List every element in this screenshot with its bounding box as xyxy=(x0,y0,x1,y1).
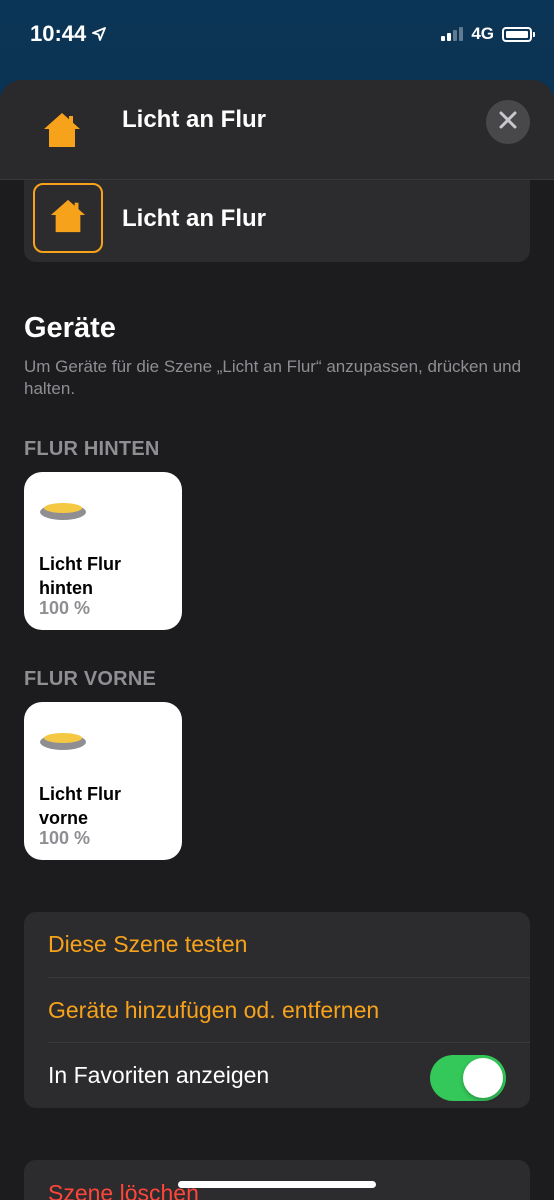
scene-name-field[interactable]: Licht an Flur xyxy=(122,205,266,233)
group-label-flur-vorne: FLUR VORNE xyxy=(24,668,156,690)
sheet-header: Licht an Flur xyxy=(0,80,554,180)
toggle-knob xyxy=(463,1058,503,1098)
show-in-favorites-row: In Favoriten anzeigen xyxy=(24,1043,530,1108)
close-button[interactable] xyxy=(486,100,530,144)
signal-strength-icon xyxy=(441,27,464,41)
scene-name-card[interactable]: Licht an Flur xyxy=(24,180,530,262)
sheet-title: Licht an Flur xyxy=(122,106,266,133)
ceiling-light-icon xyxy=(38,728,88,763)
status-bar: 10:44 4G xyxy=(0,0,554,70)
test-scene-button[interactable]: Diese Szene testen xyxy=(24,912,530,977)
scene-icon-button[interactable] xyxy=(33,183,103,253)
close-icon xyxy=(499,111,517,134)
status-indicators: 4G xyxy=(441,24,535,44)
house-icon xyxy=(49,197,87,240)
show-in-favorites-label: In Favoriten anzeigen xyxy=(48,1062,270,1088)
devices-section-title: Geräte xyxy=(24,312,116,344)
house-icon xyxy=(42,110,82,155)
device-status: 100 % xyxy=(39,828,91,848)
home-indicator[interactable] xyxy=(178,1181,376,1188)
device-name: Licht Flur vorne xyxy=(39,784,121,828)
status-time-text: 10:44 xyxy=(30,21,87,46)
scene-sheet: Licht an Flur Licht an Flur Geräte Um Ge… xyxy=(0,80,554,1200)
device-name: Licht Flur hinten xyxy=(39,554,121,598)
device-tile-licht-flur-hinten[interactable]: Licht Flur hinten 100 % xyxy=(24,472,182,630)
device-status: 100 % xyxy=(39,598,91,618)
add-remove-devices-button[interactable]: Geräte hinzufügen od. entfernen xyxy=(24,978,530,1043)
delete-scene-button[interactable]: Szene löschen xyxy=(48,1180,199,1200)
status-time: 10:44 xyxy=(30,21,107,47)
battery-icon xyxy=(502,26,535,42)
devices-section-description: Um Geräte für die Szene „Licht an Flur“ … xyxy=(24,357,522,398)
scene-options-list: Diese Szene testen Geräte hinzufügen od.… xyxy=(24,912,530,1108)
ceiling-light-icon xyxy=(38,498,88,533)
show-in-favorites-toggle[interactable] xyxy=(430,1055,506,1101)
device-tile-licht-flur-vorne[interactable]: Licht Flur vorne 100 % xyxy=(24,702,182,860)
network-type: 4G xyxy=(471,24,494,43)
group-label-flur-hinten: FLUR HINTEN xyxy=(24,438,160,460)
location-arrow-icon xyxy=(92,27,107,41)
delete-scene-card: Szene löschen xyxy=(24,1160,530,1200)
